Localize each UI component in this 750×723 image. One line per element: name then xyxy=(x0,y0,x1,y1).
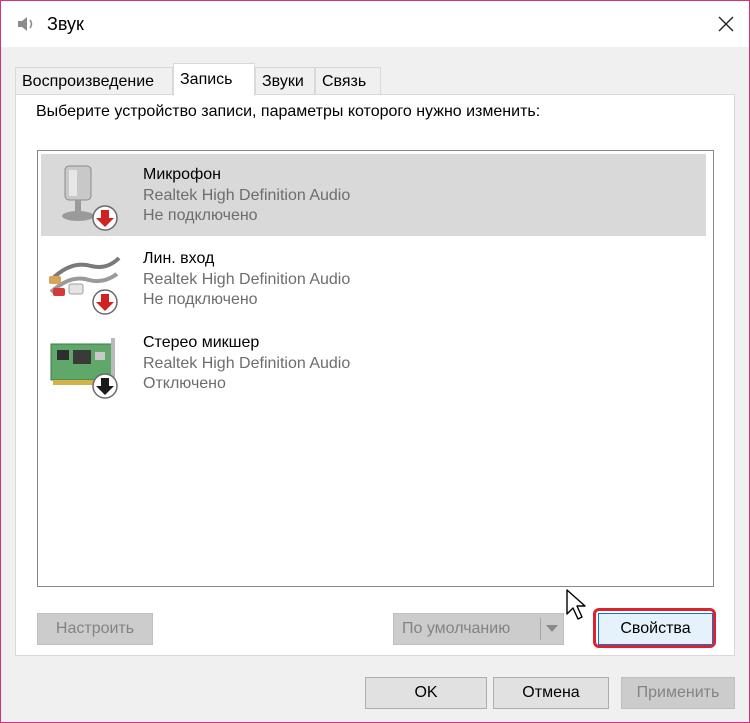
black-down-arrow-icon xyxy=(92,373,118,399)
device-name: Стерео микшер xyxy=(143,334,260,351)
window-title: Звук xyxy=(47,14,84,34)
properties-button[interactable]: Свойства xyxy=(598,613,713,645)
recording-panel: Выберите устройство записи, параметры ко… xyxy=(15,94,735,656)
red-down-arrow-icon xyxy=(92,205,118,231)
sound-dialog: Звук Воспроизведение Запись Звуки Связь … xyxy=(0,0,750,723)
device-list[interactable]: Микрофон Realtek High Definition Audio Н… xyxy=(37,150,714,620)
device-status: Не подключено xyxy=(143,291,258,308)
sound-card-icon xyxy=(50,338,118,399)
device-status: Отключено xyxy=(143,375,226,392)
close-button[interactable] xyxy=(703,1,749,47)
set-default-label: По умолчанию xyxy=(402,620,511,637)
device-name: Лин. вход xyxy=(143,250,215,267)
close-icon xyxy=(718,16,734,32)
device-driver: Realtek High Definition Audio xyxy=(143,355,351,372)
device-item-line-in[interactable]: Лин. вход Realtek High Definition Audio … xyxy=(41,238,706,320)
instruction-text: Выберите устройство записи, параметры ко… xyxy=(36,103,541,120)
tab-recording[interactable]: Запись xyxy=(173,63,255,96)
device-status: Не подключено xyxy=(143,207,258,224)
speaker-icon xyxy=(18,17,33,31)
red-down-arrow-icon xyxy=(92,289,118,315)
mouse-pointer-icon xyxy=(566,589,586,620)
chevron-down-icon[interactable] xyxy=(546,625,558,632)
device-item-stereo-mix[interactable]: Стерео микшер Realtek High Definition Au… xyxy=(41,322,706,404)
tab-playback[interactable]: Воспроизведение xyxy=(15,67,173,94)
device-name: Микрофон xyxy=(143,166,221,183)
device-driver: Realtek High Definition Audio xyxy=(143,271,351,288)
cancel-button[interactable]: Отмена xyxy=(493,677,609,709)
apply-button[interactable]: Применить xyxy=(621,677,735,709)
device-item-microphone[interactable]: Микрофон Realtek High Definition Audio Н… xyxy=(41,154,706,236)
set-default-button[interactable]: По умолчанию xyxy=(393,613,564,645)
tab-sounds[interactable]: Звуки xyxy=(255,67,315,94)
ok-button[interactable]: OK xyxy=(365,677,487,709)
microphone-icon xyxy=(62,165,118,231)
title-bar[interactable]: Звук xyxy=(1,1,749,47)
split-divider xyxy=(540,618,541,640)
device-driver: Realtek High Definition Audio xyxy=(143,187,351,204)
tab-communications[interactable]: Связь xyxy=(315,67,381,94)
configure-button[interactable]: Настроить xyxy=(37,613,153,645)
line-in-cable-icon xyxy=(49,256,121,315)
